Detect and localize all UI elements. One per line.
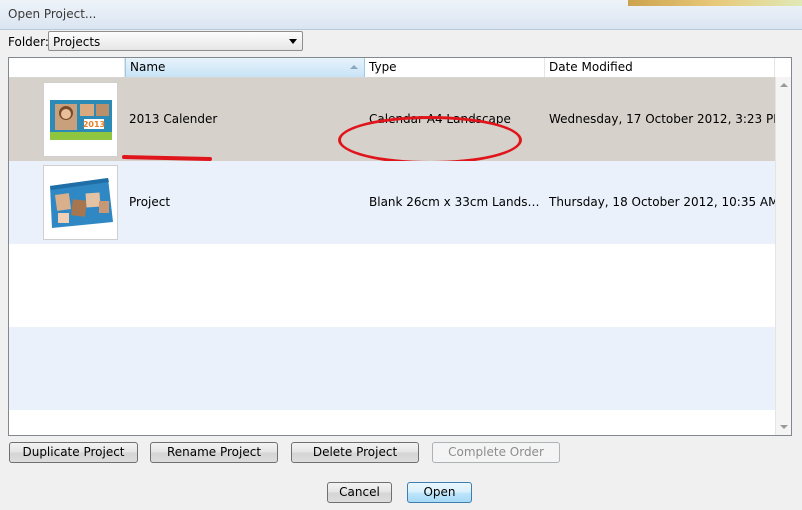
column-header-type-label: Type <box>369 60 397 74</box>
rename-project-button[interactable]: Rename Project <box>150 442 278 463</box>
folder-dropdown-value: Projects <box>53 35 101 49</box>
project-list[interactable]: Name Type Date Modified 2013 2013 Calend… <box>8 57 792 436</box>
svg-text:2013: 2013 <box>83 120 105 129</box>
list-item[interactable]: Project Blank 26cm x 33cm Landscape ... … <box>9 161 779 244</box>
complete-order-button: Complete Order <box>432 442 560 463</box>
list-item[interactable]: 2013 2013 Calender Calendar A4 Landscape… <box>9 78 784 164</box>
column-header-thumbnail[interactable] <box>9 58 125 77</box>
vertical-scrollbar[interactable] <box>775 77 791 435</box>
title-bar[interactable]: Open Project... <box>0 0 802 30</box>
project-date-modified: Thursday, 18 October 2012, 10:35 AM <box>549 195 779 209</box>
cancel-button[interactable]: Cancel <box>327 482 392 503</box>
chevron-down-icon <box>289 39 297 44</box>
column-header-name-label: Name <box>130 60 166 74</box>
annotation-ellipse <box>338 116 522 164</box>
column-header-date-label: Date Modified <box>549 60 633 74</box>
title-bar-accent <box>628 0 802 6</box>
project-type: Blank 26cm x 33cm Landscape ... <box>369 195 544 209</box>
window-title: Open Project... <box>8 7 97 21</box>
scroll-up-arrow-icon[interactable] <box>780 83 788 87</box>
project-name: Project <box>129 195 171 209</box>
sort-ascending-icon <box>350 65 358 69</box>
scroll-down-arrow-icon[interactable] <box>780 425 788 429</box>
empty-list-row <box>9 244 775 327</box>
column-header-type[interactable]: Type <box>365 58 545 77</box>
project-date-modified: Wednesday, 17 October 2012, 3:23 PM <box>549 112 784 126</box>
folder-label: Folder: <box>8 35 49 49</box>
delete-project-button[interactable]: Delete Project <box>291 442 419 463</box>
list-header: Name Type Date Modified <box>9 58 791 78</box>
calendar-thumbnail: 2013 <box>43 82 118 157</box>
open-button[interactable]: Open <box>407 482 472 503</box>
project-name: 2013 Calender <box>129 112 218 126</box>
column-header-name[interactable]: Name <box>125 58 365 77</box>
photobook-thumbnail <box>43 165 118 240</box>
empty-list-row <box>9 327 775 410</box>
duplicate-project-button[interactable]: Duplicate Project <box>9 442 138 463</box>
folder-dropdown[interactable]: Projects <box>48 31 303 51</box>
column-header-date-modified[interactable]: Date Modified <box>545 58 775 77</box>
